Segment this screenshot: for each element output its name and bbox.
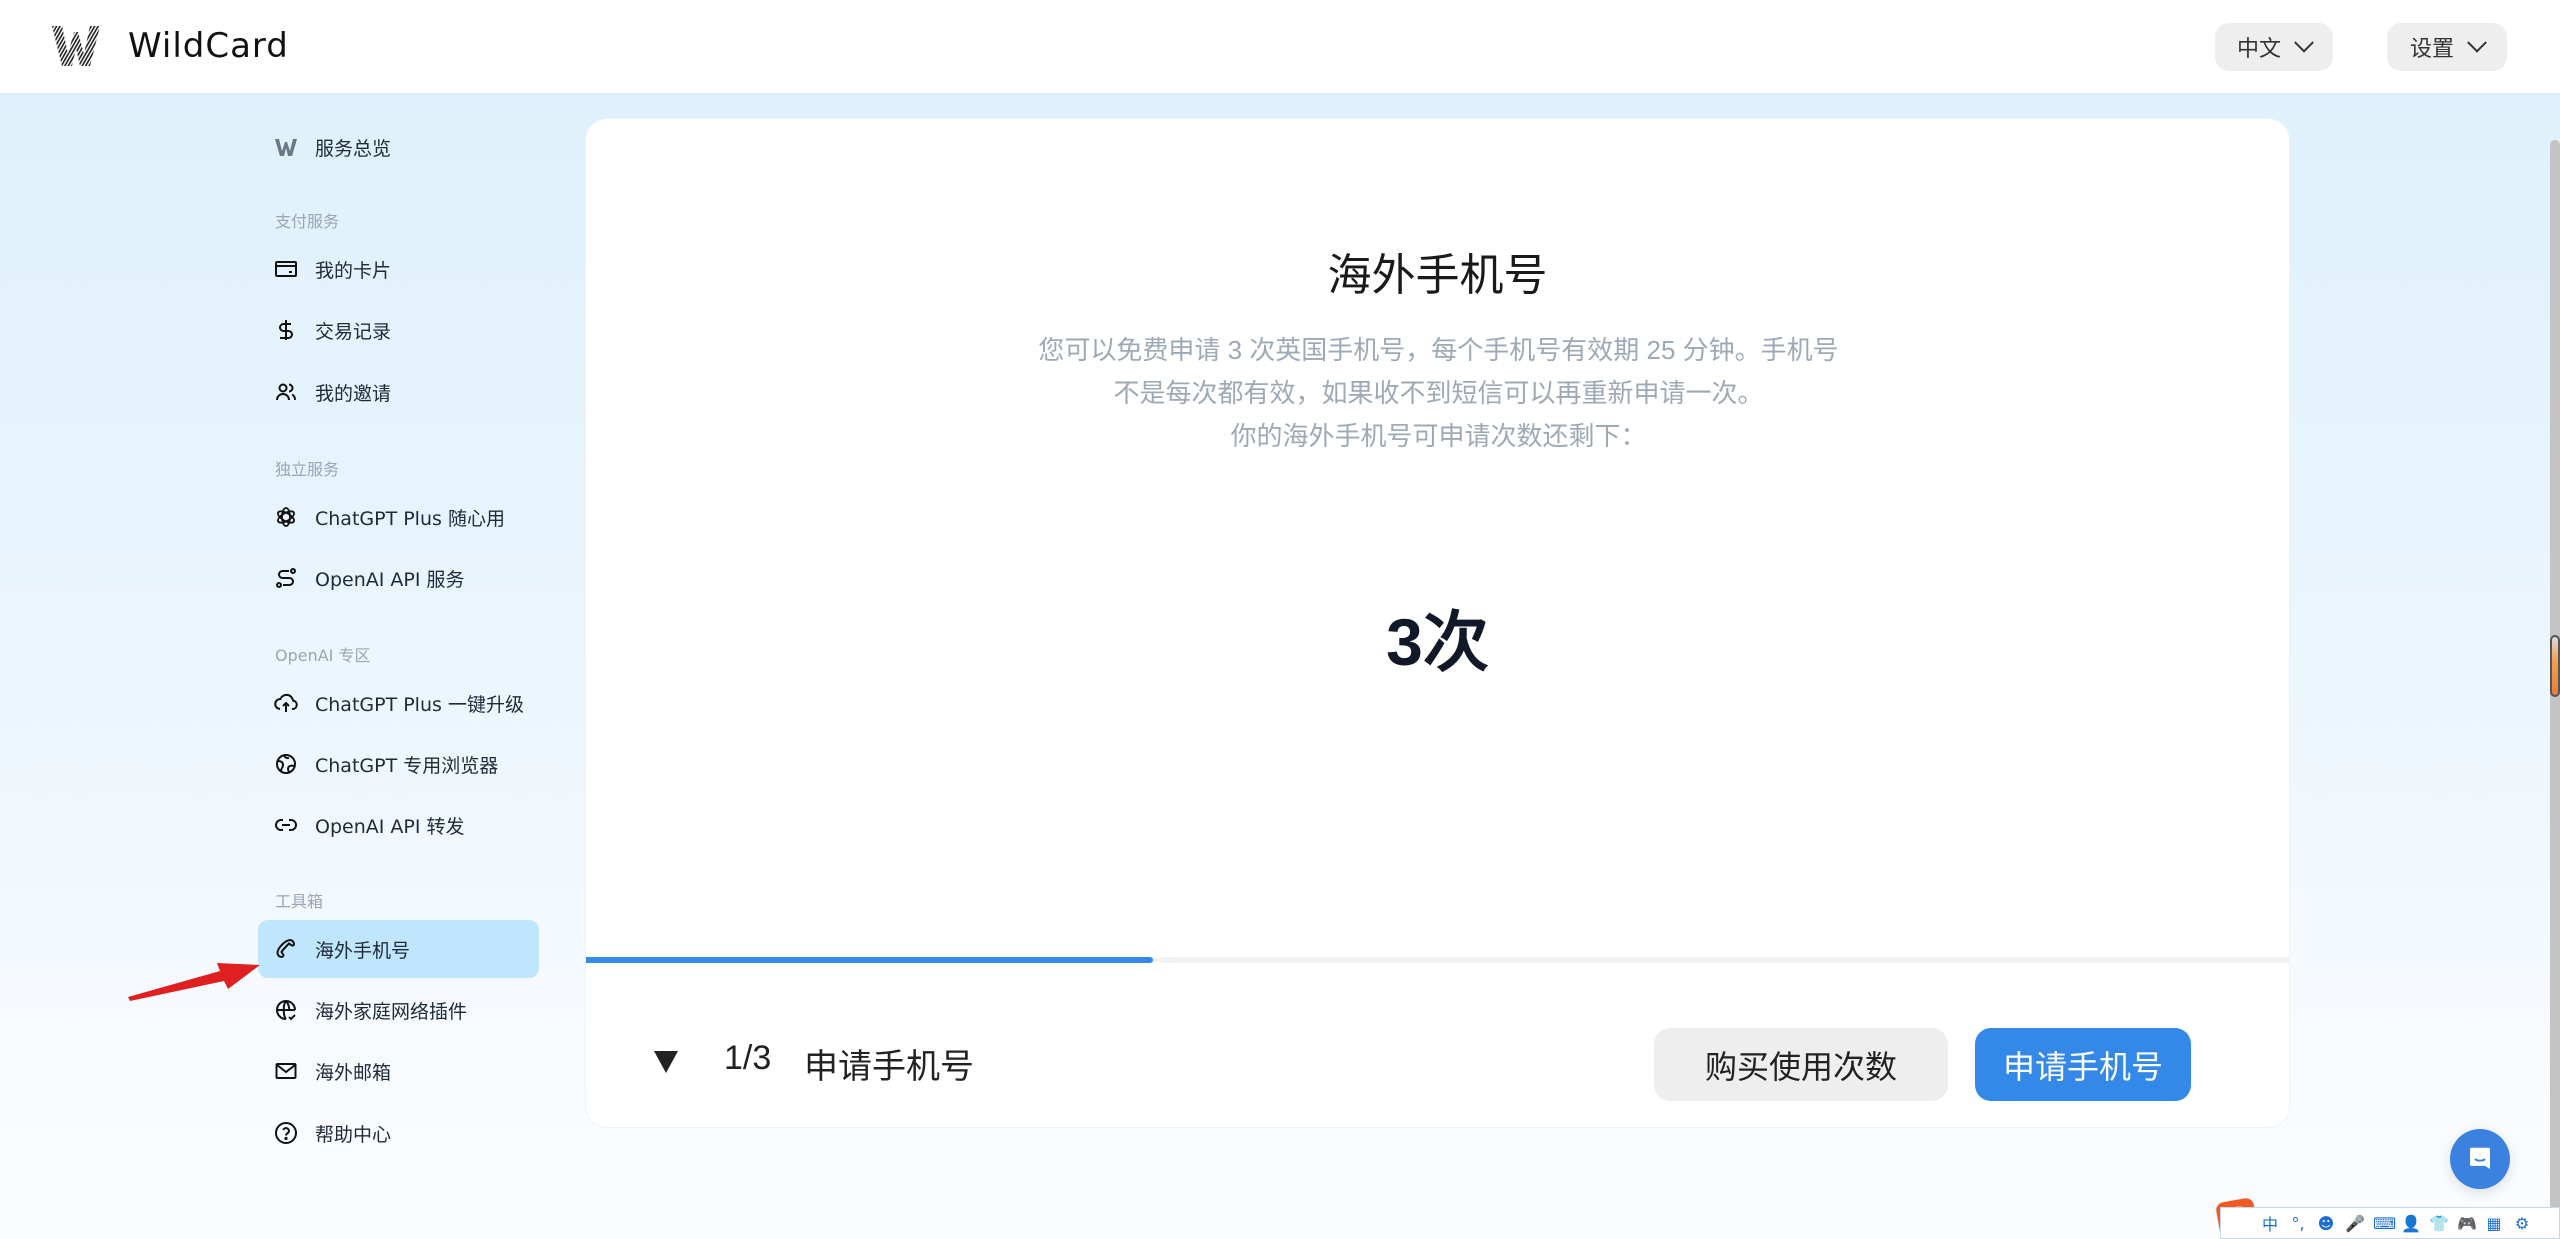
sidebar-item-help-center[interactable]: 帮助中心 (258, 1104, 539, 1162)
section-label-independent: 独立服务 (275, 460, 340, 479)
sidebar-item-overview[interactable]: 服务总览 (258, 118, 539, 176)
sidebar-item-my-cards[interactable]: 我的卡片 (258, 240, 539, 298)
sidebar-item-home-network-plugin[interactable]: 海外家庭网络插件 (258, 981, 539, 1039)
sidebar-item-transactions[interactable]: 交易记录 (258, 301, 539, 359)
openai-icon (273, 504, 299, 530)
settings-label: 设置 (2409, 37, 2454, 62)
apply-phone-button[interactable]: 申请手机号 (1975, 1028, 2191, 1101)
ime-toolbar: 中 °, ☻ 🎤 ⌨ 👤 👕 🎮 ▦ ⚙ (2220, 1207, 2560, 1239)
step-counter: 1/3 (724, 1039, 772, 1077)
chat-bubble-icon (2470, 1147, 2490, 1169)
sidebar-item-chatgpt-plus[interactable]: ChatGPT Plus 随心用 (258, 488, 539, 546)
sidebar-item-label: 海外手机号 (315, 939, 411, 962)
sidebar-item-overseas-phone[interactable]: 海外手机号 (258, 920, 539, 978)
browser-globe-icon (273, 751, 299, 777)
chat-support-button[interactable] (2450, 1129, 2510, 1189)
mail-icon (273, 1058, 299, 1084)
scrollbar-thumb[interactable] (2550, 635, 2560, 697)
globe-check-icon (273, 997, 299, 1023)
step-label: 申请手机号 (804, 1048, 974, 1086)
remaining-count: 3次 (1386, 605, 1489, 679)
sidebar-item-invitations[interactable]: 我的邀请 (258, 363, 539, 421)
sidebar-item-overseas-email[interactable]: 海外邮箱 (258, 1042, 539, 1100)
ime-settings-icon[interactable]: ⚙ (2513, 1214, 2531, 1233)
ime-skin-icon[interactable]: 👕 (2429, 1214, 2449, 1233)
description-line: 你的海外手机号可申请次数还剩下： (1230, 421, 1647, 451)
phone-icon (273, 936, 299, 962)
description-line: 不是每次都有效，如果收不到短信可以再重新申请一次。 (1113, 378, 1764, 408)
wildcard-logo-icon[interactable] (50, 24, 102, 68)
sidebar-item-label: 我的卡片 (315, 259, 392, 282)
dollar-icon (273, 317, 299, 343)
sidebar-item-chatgpt-upgrade[interactable]: ChatGPT Plus 一键升级 (258, 674, 539, 732)
users-icon (273, 379, 299, 405)
page-title: 海外手机号 (1327, 251, 1548, 300)
step-progress-bar (586, 957, 2289, 963)
step-progress-fill (586, 957, 1154, 963)
annotation-arrow-icon (128, 963, 260, 1001)
step-footer: 1/3 申请手机号 购买使用次数 申请手机号 (586, 1011, 2289, 1111)
link-icon (273, 812, 299, 838)
description-line: 您可以免费申请 3 次英国手机号，每个手机号有效期 25 分钟。手机号 (1038, 335, 1839, 365)
chevron-down-icon (2294, 32, 2314, 53)
language-dropdown[interactable]: 中文 (2215, 23, 2333, 71)
sidebar-item-label: 交易记录 (315, 320, 392, 343)
section-label-toolbox: 工具箱 (275, 892, 324, 911)
cloud-upload-icon (273, 690, 299, 716)
section-label-openai-zone: OpenAI 专区 (275, 646, 371, 665)
sidebar-item-openai-api-service[interactable]: OpenAI API 服务 (258, 549, 539, 607)
ime-game-icon[interactable]: 🎮 (2457, 1214, 2477, 1233)
sidebar-item-label: 帮助中心 (315, 1123, 392, 1146)
sidebar-item-label: 海外邮箱 (315, 1061, 392, 1084)
page-scrollbar[interactable] (2550, 140, 2560, 1239)
language-label: 中文 (2236, 37, 2281, 62)
credit-card-icon (273, 256, 299, 282)
ime-user-icon[interactable]: 👤 (2401, 1214, 2421, 1233)
brand-name[interactable]: WildCard (128, 26, 289, 66)
ime-chinese-mode-icon[interactable]: 中 (2261, 1211, 2279, 1235)
section-label-payment: 支付服务 (275, 212, 340, 231)
sidebar-item-label: 服务总览 (315, 137, 392, 160)
collapse-triangle-icon[interactable] (654, 1051, 678, 1073)
sidebar-item-chatgpt-browser[interactable]: ChatGPT 专用浏览器 (258, 735, 539, 793)
wildcard-logo-icon (273, 134, 299, 160)
sidebar-item-label: 海外家庭网络插件 (315, 1000, 468, 1023)
overseas-phone-card: 海外手机号 您可以免费申请 3 次英国手机号，每个手机号有效期 25 分钟。手机… (585, 118, 2290, 1128)
top-header: WildCard 中文 设置 (0, 0, 2560, 93)
ime-voice-icon[interactable]: 🎤 (2345, 1214, 2365, 1233)
sidebar-item-label: ChatGPT 专用浏览器 (315, 754, 499, 777)
sidebar-item-openai-api-proxy[interactable]: OpenAI API 转发 (258, 796, 539, 854)
chevron-down-icon (2467, 32, 2487, 53)
ime-punctuation-icon[interactable]: °, (2289, 1214, 2307, 1233)
ime-toolbox-icon[interactable]: ▦ (2485, 1214, 2503, 1233)
ime-emoji-icon[interactable]: ☻ (2317, 1214, 2335, 1233)
ime-keyboard-icon[interactable]: ⌨ (2373, 1214, 2396, 1233)
route-icon (273, 565, 299, 591)
sidebar-item-label: ChatGPT Plus 一键升级 (315, 693, 524, 716)
sidebar-item-label: OpenAI API 转发 (315, 815, 465, 838)
sidebar-item-label: OpenAI API 服务 (315, 568, 465, 591)
description: 您可以免费申请 3 次英国手机号，每个手机号有效期 25 分钟。手机号 不是每次… (1006, 329, 1871, 458)
sidebar-item-label: 我的邀请 (315, 382, 392, 405)
sidebar-item-label: ChatGPT Plus 随心用 (315, 507, 505, 530)
buy-usage-button[interactable]: 购买使用次数 (1654, 1028, 1948, 1101)
help-circle-icon (273, 1120, 299, 1146)
settings-dropdown[interactable]: 设置 (2387, 23, 2507, 71)
